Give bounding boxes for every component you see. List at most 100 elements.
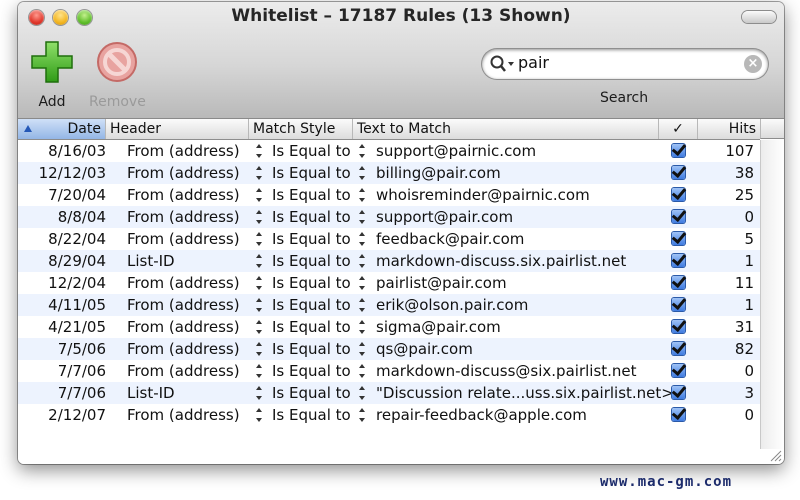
column-match-style[interactable]: Match Style bbox=[249, 119, 353, 139]
table-row[interactable]: 7/20/04 From (address) Is Equal to whoisrem… bbox=[18, 184, 760, 206]
cell-enabled[interactable] bbox=[659, 206, 697, 228]
cell-enabled[interactable] bbox=[659, 272, 697, 294]
cell-match-style[interactable]: Is Equal to bbox=[252, 404, 358, 426]
popup-stepper-icon[interactable] bbox=[359, 276, 365, 290]
cell-header[interactable]: From (address) bbox=[108, 206, 250, 228]
enabled-checkbox[interactable] bbox=[671, 408, 685, 421]
enabled-checkbox[interactable] bbox=[671, 210, 685, 223]
table-row[interactable]: 12/12/03 From (address) Is Equal to billing… bbox=[18, 162, 760, 184]
cell-text-to-match[interactable]: erik@olson.pair.com bbox=[376, 294, 676, 316]
table-row[interactable]: 4/21/05 From (address) Is Equal to sigma@pa… bbox=[18, 316, 760, 338]
cell-match-style[interactable]: Is Equal to bbox=[252, 140, 358, 162]
cell-header[interactable]: List-ID bbox=[108, 382, 250, 404]
cell-text-to-match[interactable]: "Discussion relate...uss.six.pairlist.ne… bbox=[376, 382, 676, 404]
cell-header[interactable]: From (address) bbox=[108, 228, 250, 250]
table-row[interactable]: 8/22/04 From (address) Is Equal to feedback… bbox=[18, 228, 760, 250]
popup-stepper-icon[interactable] bbox=[359, 166, 365, 180]
cell-header[interactable]: From (address) bbox=[108, 162, 250, 184]
cell-match-style[interactable]: Is Equal to bbox=[252, 228, 358, 250]
popup-stepper-icon[interactable] bbox=[359, 210, 365, 224]
cell-text-to-match[interactable]: markdown-discuss.six.pairlist.net bbox=[376, 250, 676, 272]
enabled-checkbox[interactable] bbox=[671, 166, 685, 179]
cell-match-style[interactable]: Is Equal to bbox=[252, 360, 358, 382]
enabled-checkbox[interactable] bbox=[671, 364, 685, 377]
popup-stepper-icon[interactable] bbox=[359, 320, 365, 334]
cell-match-style[interactable]: Is Equal to bbox=[252, 272, 358, 294]
cell-match-style[interactable]: Is Equal to bbox=[252, 338, 358, 360]
cell-match-style[interactable]: Is Equal to bbox=[252, 316, 358, 338]
table-row[interactable]: 7/7/06 From (address) Is Equal to markdown-… bbox=[18, 360, 760, 382]
magnifier-icon[interactable] bbox=[489, 54, 517, 74]
cell-enabled[interactable] bbox=[659, 228, 697, 250]
cell-text-to-match[interactable]: feedback@pair.com bbox=[376, 228, 676, 250]
cell-enabled[interactable] bbox=[659, 338, 697, 360]
cell-enabled[interactable] bbox=[659, 184, 697, 206]
cell-match-style[interactable]: Is Equal to bbox=[252, 184, 358, 206]
cell-header[interactable]: From (address) bbox=[108, 294, 250, 316]
table-row[interactable]: 8/16/03 From (address) Is Equal to support@… bbox=[18, 140, 760, 162]
cell-header[interactable]: From (address) bbox=[108, 338, 250, 360]
cell-enabled[interactable] bbox=[659, 162, 697, 184]
cell-match-style[interactable]: Is Equal to bbox=[252, 206, 358, 228]
clear-x-icon[interactable]: × bbox=[744, 55, 762, 73]
cell-enabled[interactable] bbox=[659, 294, 697, 316]
cell-header[interactable]: From (address) bbox=[108, 316, 250, 338]
cell-text-to-match[interactable]: sigma@pair.com bbox=[376, 316, 676, 338]
popup-stepper-icon[interactable] bbox=[359, 188, 365, 202]
cell-match-style[interactable]: Is Equal to bbox=[252, 162, 358, 184]
cell-match-style[interactable]: Is Equal to bbox=[252, 382, 358, 404]
column-enabled[interactable]: ✓ bbox=[659, 119, 698, 139]
table-row[interactable]: 7/7/06 List-ID Is Equal to "Discussion rela… bbox=[18, 382, 760, 404]
enabled-checkbox[interactable] bbox=[671, 232, 685, 245]
remove-button[interactable]: Remove bbox=[89, 40, 146, 110]
cell-text-to-match[interactable]: support@pairnic.com bbox=[376, 140, 676, 162]
cell-text-to-match[interactable]: markdown-discuss@six.pairlist.net bbox=[376, 360, 676, 382]
cell-text-to-match[interactable]: whoisreminder@pairnic.com bbox=[376, 184, 676, 206]
cell-enabled[interactable] bbox=[659, 250, 697, 272]
table-row[interactable]: 8/8/04 From (address) Is Equal to support@p… bbox=[18, 206, 760, 228]
table-row[interactable]: 7/5/06 From (address) Is Equal to qs@pair.c… bbox=[18, 338, 760, 360]
cell-match-style[interactable]: Is Equal to bbox=[252, 250, 358, 272]
column-header[interactable]: Header bbox=[106, 119, 249, 139]
cell-text-to-match[interactable]: billing@pair.com bbox=[376, 162, 676, 184]
cell-text-to-match[interactable]: pairlist@pair.com bbox=[376, 272, 676, 294]
cell-header[interactable]: From (address) bbox=[108, 140, 250, 162]
popup-stepper-icon[interactable] bbox=[359, 232, 365, 246]
cell-text-to-match[interactable]: repair-feedback@apple.com bbox=[376, 404, 676, 426]
popup-stepper-icon[interactable] bbox=[359, 298, 365, 312]
cell-enabled[interactable] bbox=[659, 316, 697, 338]
add-button[interactable]: Add bbox=[24, 40, 80, 110]
cell-text-to-match[interactable]: qs@pair.com bbox=[376, 338, 676, 360]
column-text-to-match[interactable]: Text to Match bbox=[353, 119, 659, 139]
popup-stepper-icon[interactable] bbox=[359, 386, 365, 400]
cell-header[interactable]: List-ID bbox=[108, 250, 250, 272]
cell-enabled[interactable] bbox=[659, 382, 697, 404]
vertical-scrollbar[interactable] bbox=[760, 140, 784, 449]
cell-header[interactable]: From (address) bbox=[108, 360, 250, 382]
column-date[interactable]: Date bbox=[18, 119, 106, 139]
popup-stepper-icon[interactable] bbox=[359, 144, 365, 158]
popup-stepper-icon[interactable] bbox=[359, 342, 365, 356]
enabled-checkbox[interactable] bbox=[671, 188, 685, 201]
cell-header[interactable]: From (address) bbox=[108, 184, 250, 206]
popup-stepper-icon[interactable] bbox=[359, 408, 365, 422]
column-hits[interactable]: Hits bbox=[698, 119, 760, 139]
table-row[interactable]: 2/12/07 From (address) Is Equal to repair-f… bbox=[18, 404, 760, 426]
cell-header[interactable]: From (address) bbox=[108, 272, 250, 294]
popup-stepper-icon[interactable] bbox=[359, 364, 365, 378]
cell-enabled[interactable] bbox=[659, 404, 697, 426]
cell-text-to-match[interactable]: support@pair.com bbox=[376, 206, 676, 228]
resize-grip-icon[interactable] bbox=[768, 448, 782, 462]
cell-match-style[interactable]: Is Equal to bbox=[252, 294, 358, 316]
enabled-checkbox[interactable] bbox=[671, 298, 685, 311]
table-row[interactable]: 12/2/04 From (address) Is Equal to pairlist… bbox=[18, 272, 760, 294]
table-row[interactable]: 8/29/04 List-ID Is Equal to markdown-discus… bbox=[18, 250, 760, 272]
cell-enabled[interactable] bbox=[659, 140, 697, 162]
enabled-checkbox[interactable] bbox=[671, 386, 685, 399]
enabled-checkbox[interactable] bbox=[671, 276, 685, 289]
search-field[interactable]: pair × bbox=[482, 49, 768, 79]
cell-header[interactable]: From (address) bbox=[108, 404, 250, 426]
cell-enabled[interactable] bbox=[659, 360, 697, 382]
enabled-checkbox[interactable] bbox=[671, 254, 685, 267]
table-row[interactable]: 4/11/05 From (address) Is Equal to erik@ols… bbox=[18, 294, 760, 316]
